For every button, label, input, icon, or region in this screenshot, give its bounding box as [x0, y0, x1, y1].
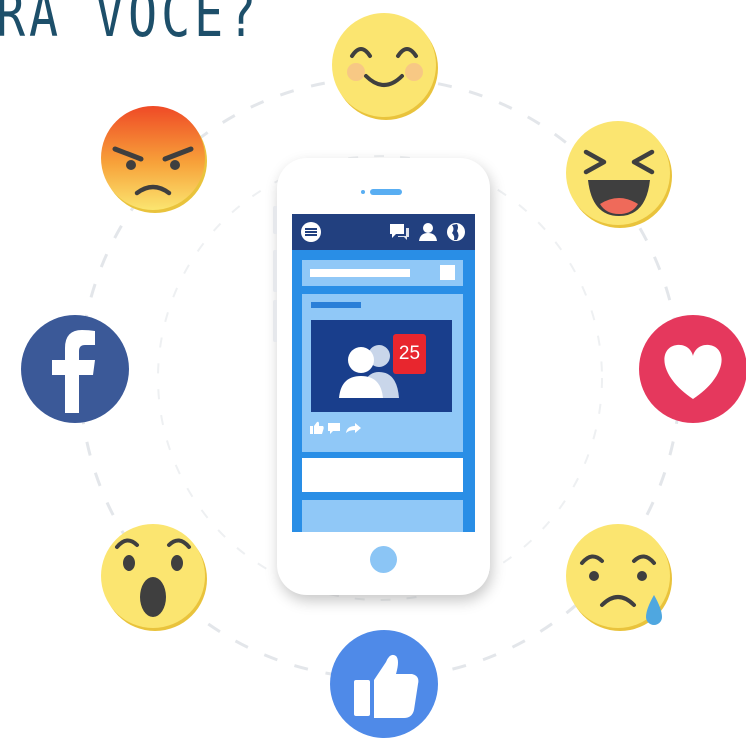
hamburger-menu-icon: [301, 222, 321, 242]
phone-volume-up-button: [273, 250, 277, 292]
globe-icon: [447, 223, 465, 241]
share-small-icon: [346, 423, 361, 433]
search-bar: [302, 260, 463, 286]
feed-card-next: [302, 500, 463, 532]
love-reaction-icon: [637, 313, 746, 425]
post-actions: [310, 421, 361, 434]
app-topbar: [292, 214, 475, 250]
messages-icon: [390, 224, 409, 240]
like-reaction-icon: [328, 628, 440, 740]
phone-camera: [361, 190, 365, 194]
sad-emoji-icon: [562, 521, 674, 633]
phone-side-button: [273, 206, 277, 234]
home-button: [370, 546, 397, 573]
post-photo: 25: [311, 320, 452, 412]
comment-small-icon: [328, 423, 340, 434]
phone-speaker: [370, 189, 402, 195]
friends-icon: [419, 223, 437, 241]
facebook-logo-icon: [19, 313, 131, 425]
laughing-emoji-icon: [562, 118, 674, 230]
phone-screen: 25: [292, 214, 475, 532]
smartphone-illustration: 25: [273, 158, 490, 595]
notification-badge: 25: [393, 334, 426, 374]
feed-card: [302, 458, 463, 492]
wow-emoji-icon: [97, 521, 209, 633]
angry-emoji-icon: [97, 103, 209, 215]
feed-post: 25: [302, 294, 463, 452]
phone-volume-down-button: [273, 300, 277, 342]
like-small-icon: [310, 421, 324, 434]
happy-emoji-icon: [328, 10, 440, 122]
